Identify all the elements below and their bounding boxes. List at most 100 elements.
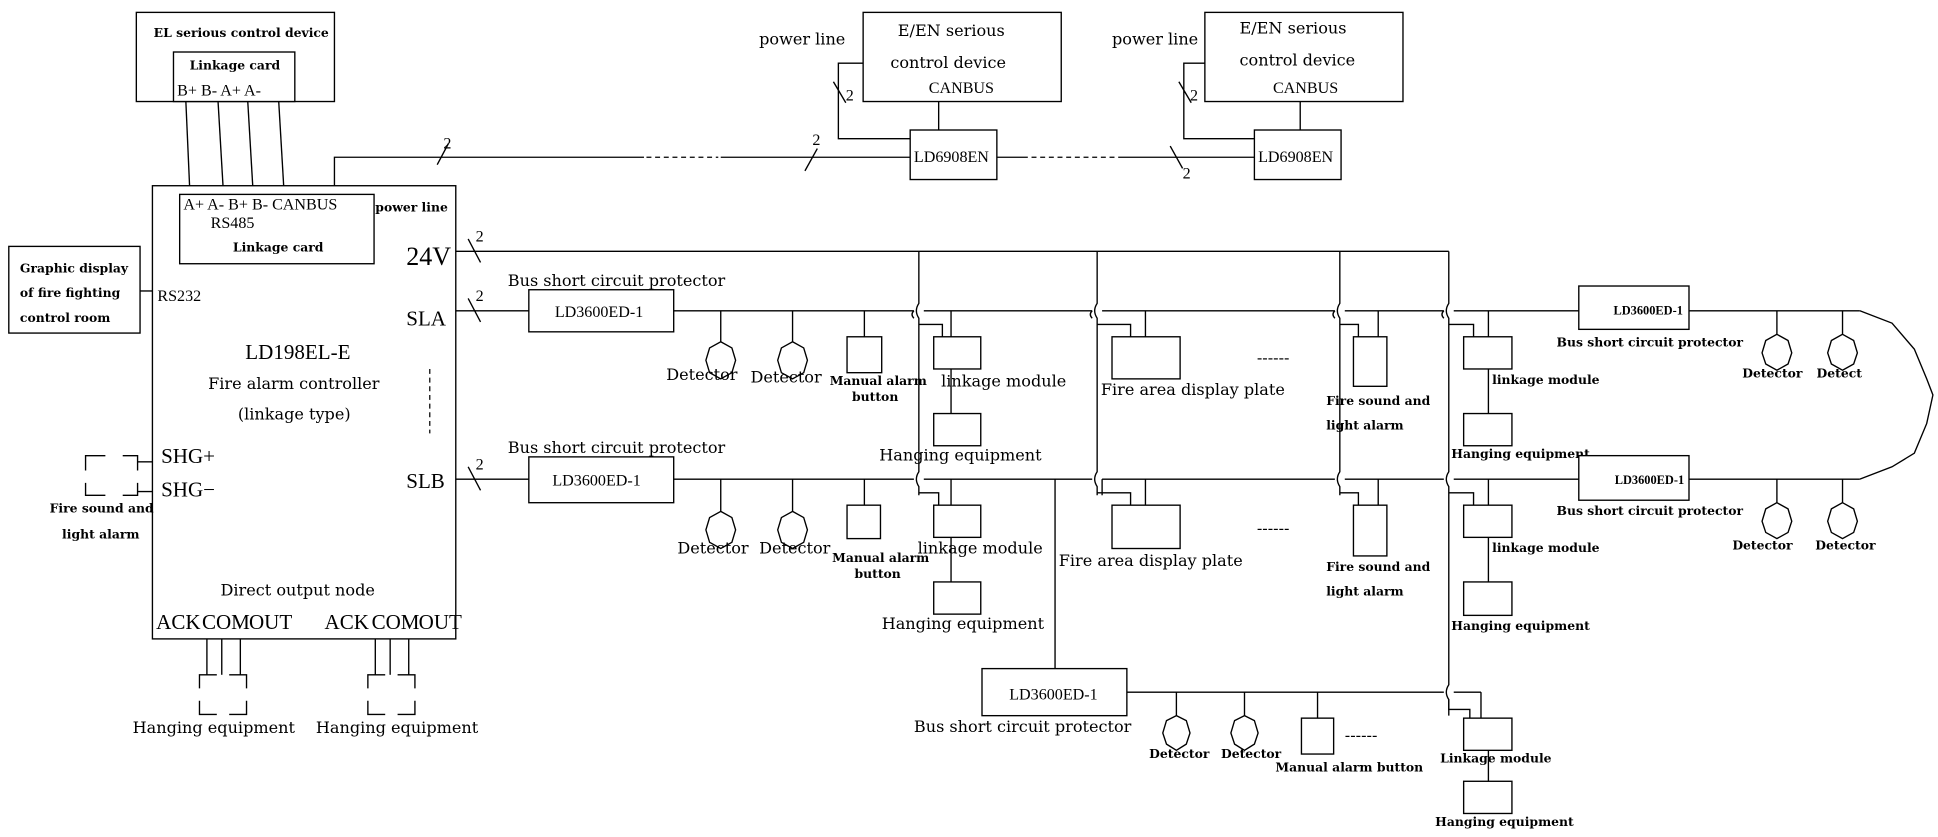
en-device-canbus: CANBUS [1273, 80, 1338, 97]
el-linkage-card-label: Linkage card [190, 57, 281, 72]
graphic-display-box: Graphic display of fire fighting control… [8, 245, 153, 334]
hanging-equipment-box [1462, 780, 1513, 815]
hanging-equipment-label: Hanging equipment [316, 718, 479, 737]
manual-alarm-button-icon [1300, 717, 1335, 755]
en-device-title: control device [890, 53, 1006, 72]
direct-output-hanging: Hanging equipment Hanging equipment [133, 638, 479, 737]
manual-alarm-button-icon [846, 504, 882, 540]
protector-model: LD3600ED-1 [1615, 473, 1684, 487]
wire-count: 2 [476, 228, 484, 245]
el-device-title: EL serious control device [154, 25, 329, 40]
linkage-module-box [1462, 504, 1513, 539]
fire-area-display-box [1111, 504, 1181, 550]
manual-alarm-button-icon [846, 336, 883, 374]
rs485-wires [185, 101, 285, 186]
bottom-branch: LD3600ED-1 Bus short circuit protector D… [914, 667, 1574, 829]
hanging-equipment-box [933, 581, 982, 615]
manual-alarm-label: button [854, 566, 900, 581]
detector-label: Detector [677, 538, 749, 557]
el-control-device: EL serious control device Linkage card B… [135, 11, 336, 103]
hanging-equipment-label: Hanging equipment [1451, 618, 1590, 633]
linkage-module-label: linkage module [918, 538, 1043, 557]
hanging-equipment-label: Hanging equipment [882, 614, 1045, 633]
power-line-label: power line [759, 30, 845, 49]
detector-label: Detector [666, 365, 738, 384]
direct-output-node: Direct output node [221, 581, 375, 600]
en-device-canbus: CANBUS [929, 80, 994, 97]
controller-card-terminals: A+ A- B+ B- CANBUS [183, 196, 337, 213]
hanging-equipment-label: Hanging equipment [133, 718, 296, 737]
detector-label: Detector [750, 368, 822, 387]
fire-alarm-label: light alarm [1326, 418, 1403, 433]
graphic-display-line: of fire fighting [20, 285, 121, 300]
manual-alarm-label: Manual alarm [830, 373, 927, 388]
linkage-module-box [933, 336, 982, 370]
detector-icon [1761, 501, 1793, 540]
fire-alarm-label: Fire sound and [1326, 393, 1430, 408]
protector-model: LD3600ED-1 [1009, 687, 1097, 704]
port-slb: SLB [406, 469, 445, 493]
left-alarm-label: Fire sound and [50, 501, 154, 516]
protector-model: LD3600ED-1 [555, 304, 643, 321]
protector-model: LD3600ED-1 [552, 472, 640, 489]
wire-count: 2 [1183, 165, 1191, 182]
en-control-device-2: E/EN serious control device CANBUS power… [1112, 11, 1404, 181]
linkage-module-box [1462, 717, 1513, 752]
detector-label: Detector [1221, 746, 1282, 761]
bus-sla: 2 Bus short circuit protector LD3600ED-1 [455, 271, 1579, 333]
en-device-title: E/EN serious [898, 21, 1005, 40]
linkage-module-label: linkage module [941, 371, 1066, 390]
linkage-module-box [1462, 336, 1513, 370]
fire-area-label: Fire area display plate [1059, 551, 1243, 570]
ellipsis: ------ [1257, 348, 1290, 367]
hanging-equipment-box [1462, 581, 1513, 617]
detector-icon [1826, 501, 1859, 540]
hanging-equipment-box [1462, 412, 1513, 447]
en-device-title: control device [1240, 51, 1356, 70]
fire-alarm-box [1352, 504, 1388, 557]
controller-type: (linkage type) [238, 405, 351, 424]
fire-alarm-label: light alarm [1326, 584, 1403, 599]
protector-label: Bus short circuit protector [508, 271, 726, 290]
manual-alarm-label: Manual alarm [832, 550, 929, 565]
detector-label: Detector [1732, 538, 1793, 553]
output-com-1: COM [202, 610, 250, 634]
detector-label: Detector [1815, 538, 1876, 553]
controller-power-line: power line [375, 200, 448, 215]
fire-area-label: Fire area display plate [1101, 380, 1285, 399]
ellipsis: ------ [1257, 519, 1290, 538]
controller-rs485: RS485 [211, 215, 255, 232]
linkage-module-box [933, 504, 982, 539]
output-ack-2: ACK [325, 610, 369, 634]
controller-card-label: Linkage card [233, 239, 324, 254]
detector-label: Detector [1742, 366, 1803, 381]
hanging-equipment-label: Hanging equipment [879, 446, 1042, 465]
wire-count: 2 [443, 136, 451, 153]
loop-return-line [1859, 310, 1934, 480]
wire-count: 2 [846, 87, 854, 104]
detector-label: Detector [759, 538, 831, 557]
hanging-equipment-box [933, 412, 982, 447]
protector-label: Bus short circuit protector [1557, 335, 1744, 350]
protector-label: Bus short circuit protector [508, 438, 726, 457]
el-terminals: B+ B- A+ A- [177, 82, 261, 99]
ellipsis: ------ [1345, 725, 1378, 744]
linkage-module-label: linkage module [1492, 372, 1600, 387]
controller-name: Fire alarm controller [208, 374, 380, 393]
fire-alarm-box [1352, 336, 1388, 387]
port-shg-minus: SHG− [161, 478, 215, 502]
ld6908en-label: LD6908EN [1258, 149, 1333, 166]
fire-alarm-label: Fire sound and [1326, 559, 1430, 574]
output-out-1: OUT [249, 610, 292, 634]
port-rs232: RS232 [157, 288, 201, 305]
ld6908en-label: LD6908EN [914, 149, 989, 166]
port-shg-plus: SHG+ [161, 444, 215, 468]
graphic-display-line: Graphic display [20, 260, 129, 275]
detector-label: Detector [1149, 746, 1210, 761]
linkage-module-label: linkage module [1492, 540, 1600, 555]
detector-label: Detect [1817, 366, 1863, 381]
manual-alarm-label: Manual alarm button [1275, 759, 1423, 774]
controller-model: LD198EL-E [245, 340, 350, 364]
sla-devices: Detector Detector Manual alarm button li… [666, 310, 1600, 465]
wire-count: 2 [1190, 87, 1198, 104]
